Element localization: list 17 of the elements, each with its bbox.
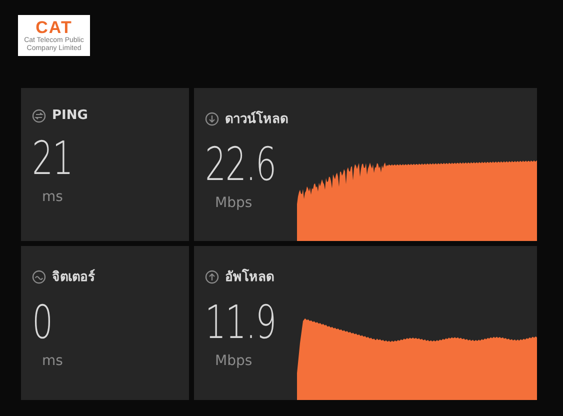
logo-title: CAT: [36, 18, 72, 36]
metric-label: ดาวน์โหลด: [225, 110, 288, 129]
arrows-icon: [32, 108, 46, 122]
download-icon: [205, 112, 219, 126]
upload-icon: [205, 270, 219, 284]
wave-icon: [32, 270, 46, 284]
metric-unit: ms: [42, 189, 64, 205]
metric-label: PING: [52, 108, 88, 123]
metric-unit: ms: [42, 353, 64, 369]
metric-value: 0: [32, 297, 54, 347]
metric-unit: Mbps: [215, 353, 254, 369]
metric-label: อัพโหลด: [225, 268, 274, 287]
metric-value: 22.6: [205, 139, 272, 189]
metric-label: จิตเตอร์: [52, 268, 95, 287]
metric-value: 11.9: [205, 297, 272, 347]
metric-value: 21: [32, 133, 74, 183]
metric-unit: Mbps: [215, 195, 254, 211]
